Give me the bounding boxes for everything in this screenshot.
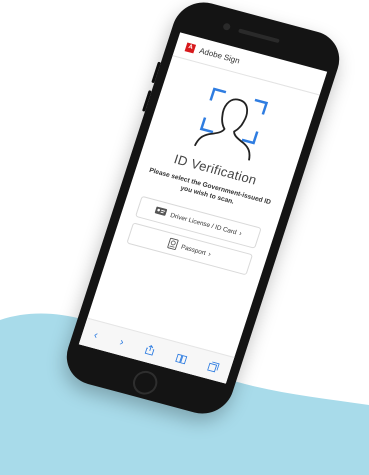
share-icon[interactable]	[144, 344, 156, 356]
browser-toolbar: ‹ ›	[78, 317, 235, 384]
bookmarks-icon[interactable]	[175, 353, 188, 364]
option-label: Passport	[180, 243, 207, 257]
adobe-logo-icon: A	[184, 42, 197, 53]
face-scan-icon	[193, 87, 269, 161]
option-label: Driver License / ID Card	[169, 211, 238, 236]
camera	[222, 22, 232, 31]
back-icon[interactable]: ‹	[92, 329, 99, 341]
passport-icon	[167, 237, 180, 252]
forward-icon[interactable]: ›	[118, 336, 125, 348]
app-title: Adobe Sign	[198, 45, 242, 65]
speaker	[238, 28, 280, 44]
chevron-right-icon: ›	[207, 250, 212, 258]
id-card-icon	[154, 206, 169, 219]
tabs-icon[interactable]	[207, 361, 221, 373]
app-header: A Adobe Sign	[172, 32, 328, 96]
chevron-right-icon: ›	[238, 229, 243, 238]
home-button[interactable]	[129, 368, 161, 398]
